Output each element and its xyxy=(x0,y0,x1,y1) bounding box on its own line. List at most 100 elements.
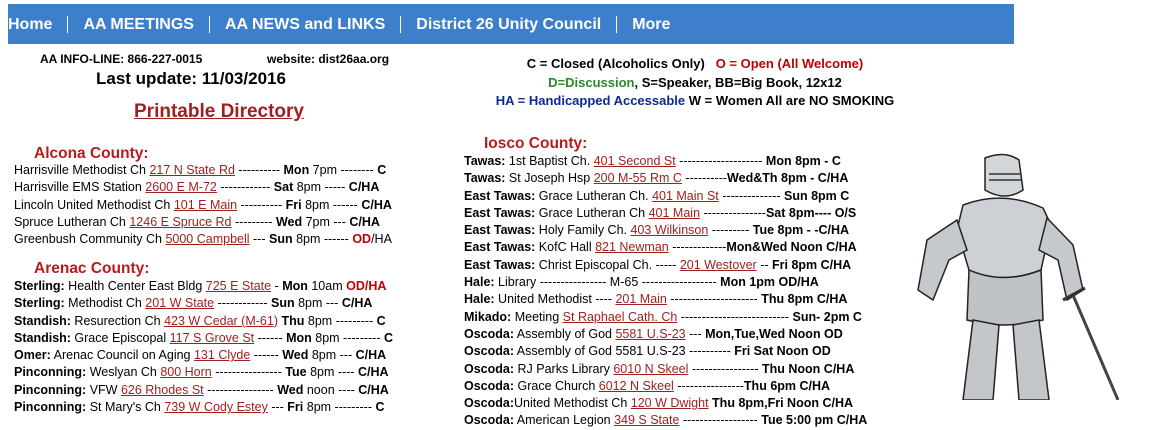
meeting-day: Mon xyxy=(286,330,312,345)
meeting-separator: ---------- xyxy=(237,197,286,212)
meeting-type-code: C xyxy=(376,313,386,328)
meeting-row: Greenbush Community Ch 5000 Campbell ---… xyxy=(14,231,392,248)
meeting-day: Fri xyxy=(772,257,788,272)
meeting-time: 8pm ----- xyxy=(293,180,349,195)
meeting-town: Sterling: xyxy=(14,296,65,311)
top-nav: Home AA MEETINGS AA NEWS and LINKS Distr… xyxy=(8,4,1014,44)
meeting-separator: ------------- xyxy=(668,240,727,255)
meeting-address-link[interactable]: 117 S Grove St xyxy=(170,331,255,345)
meeting-location: Meeting xyxy=(511,309,563,324)
meeting-address-link[interactable]: 201 W State xyxy=(145,296,214,310)
arenac-county-heading: Arenac County: xyxy=(34,260,150,277)
meeting-time: 8pm --------- xyxy=(303,400,376,415)
meeting-type-code: C/HA xyxy=(361,197,392,212)
meeting-row: Pinconning: St Mary's Ch 739 W Cody Este… xyxy=(14,399,393,416)
meeting-town: East Tawas: xyxy=(464,205,536,220)
meeting-row: Oscoda: RJ Parks Library 6010 N Skeel --… xyxy=(464,361,867,378)
nav-more[interactable]: More xyxy=(616,15,685,33)
meeting-town: East Tawas: xyxy=(464,223,536,238)
meeting-type-code: C/HA xyxy=(358,382,389,397)
legend-speaker: , S=Speaker, BB=Big Book, 12x12 xyxy=(634,74,842,90)
meeting-address-link[interactable]: 401 Second St xyxy=(594,154,676,168)
meeting-time-type: Noon OD xyxy=(773,344,831,359)
meeting-town: Oscoda: xyxy=(464,361,515,376)
meeting-separator: ------ xyxy=(250,348,283,363)
meeting-separator: ------------ xyxy=(216,180,274,195)
meeting-separator: ------ xyxy=(254,330,287,345)
meeting-address-link[interactable]: 423 W Cedar (M-61) xyxy=(164,314,278,328)
meeting-row: East Tawas: KofC Hall 821 Newman -------… xyxy=(464,239,867,256)
meeting-address-link[interactable]: 725 E State xyxy=(206,279,271,293)
meeting-address-link[interactable]: 739 W Cody Estey xyxy=(164,400,268,414)
meeting-separator: --------------------- xyxy=(666,292,762,307)
meeting-location: Christ Episcopal Ch. ----- xyxy=(535,257,680,272)
alcona-county-heading: Alcona County: xyxy=(34,145,149,162)
meeting-address-link[interactable]: 6012 N Skeel xyxy=(599,379,674,393)
meeting-town: Oscoda: xyxy=(464,326,515,341)
meeting-town: Hale: xyxy=(464,275,495,290)
meeting-day: Thu xyxy=(712,396,735,411)
meeting-day: Tue xyxy=(761,413,783,428)
info-line: AA INFO-LINE: 866-227-0015 xyxy=(40,52,203,66)
meeting-address-link[interactable]: 349 S State xyxy=(614,413,679,427)
nav-aa-news-links[interactable]: AA NEWS and LINKS xyxy=(208,15,400,33)
meeting-row: Harrisville EMS Station 2600 E M-72 ----… xyxy=(14,179,392,196)
meeting-type-code: C/HA xyxy=(358,365,389,380)
meeting-day: Mon xyxy=(282,279,308,293)
meeting-address-link[interactable]: 217 N State Rd xyxy=(149,163,234,177)
meeting-row: Sterling: Health Center East Bldg 725 E … xyxy=(14,278,393,295)
meeting-address-link[interactable]: 6010 N Skeel xyxy=(613,362,688,376)
armored-knight-image xyxy=(917,153,1120,400)
meeting-address-link[interactable]: St Raphael Cath. Ch xyxy=(563,310,678,324)
meeting-time: noon ---- xyxy=(303,382,359,397)
meeting-address-link[interactable]: 800 Horn xyxy=(160,365,211,379)
meeting-time-type: 6pm C/HA xyxy=(766,378,831,393)
printable-directory-link[interactable]: Printable Directory xyxy=(134,101,304,123)
meeting-day: Wed&Th xyxy=(727,171,778,186)
meeting-address-link[interactable]: 403 Wilkinson xyxy=(630,223,708,237)
meeting-address-link[interactable]: 2600 E M-72 xyxy=(145,180,217,194)
meeting-separator: ---------------- xyxy=(688,361,762,376)
nav-district-26-unity-council[interactable]: District 26 Unity Council xyxy=(400,15,616,33)
meeting-address-link[interactable]: 201 Westover xyxy=(680,258,757,272)
meeting-address-link[interactable]: 131 Clyde xyxy=(194,348,250,362)
meeting-location: Health Center East Bldg xyxy=(64,279,206,293)
nav-aa-meetings[interactable]: AA MEETINGS xyxy=(67,15,209,33)
meeting-day: Sun xyxy=(271,296,295,311)
meeting-address-link[interactable]: 5581 U.S-23 xyxy=(615,327,685,341)
meeting-row: Omer: Arenac Council on Aging 131 Clyde … xyxy=(14,347,393,364)
meeting-location: VFW xyxy=(86,382,121,397)
meeting-row: Oscoda:United Methodist Ch 120 W Dwight … xyxy=(464,395,867,412)
meeting-town: Tawas: xyxy=(464,171,506,186)
meeting-address-link[interactable]: 120 W Dwight xyxy=(631,396,709,410)
meeting-location: Greenbush Community Ch xyxy=(14,232,166,247)
meeting-town: Pinconning: xyxy=(14,400,87,415)
meeting-location: Assembly of God xyxy=(514,326,616,341)
meeting-location: Harrisville Methodist Ch xyxy=(14,163,150,177)
meeting-address-link[interactable]: 626 Rhodes St xyxy=(121,383,204,397)
meeting-address-link[interactable]: 401 Main St xyxy=(652,189,719,203)
nav-home[interactable]: Home xyxy=(8,16,67,33)
meeting-location: Holy Family Ch. xyxy=(535,223,631,238)
meeting-day: Mon&Wed Noon C/HA xyxy=(726,240,857,255)
meeting-row: East Tawas: Christ Episcopal Ch. ----- 2… xyxy=(464,257,867,274)
meeting-address-link[interactable]: 5000 Campbell xyxy=(165,232,249,246)
meeting-separator: - xyxy=(271,279,283,293)
meeting-day: Sat xyxy=(273,180,294,195)
meeting-type-code: C xyxy=(383,330,394,345)
meeting-day: Fri xyxy=(287,400,304,415)
meeting-address-link[interactable]: 201 Main xyxy=(615,292,666,306)
meeting-address-link[interactable]: 200 M-55 Rm C xyxy=(594,171,682,185)
meeting-address-link[interactable]: 1246 E Spruce Rd xyxy=(129,215,231,229)
legend-discussion: D=Discussion xyxy=(548,74,635,90)
meeting-row: Pinconning: VFW 626 Rhodes St ----------… xyxy=(14,382,393,399)
meeting-town: Oscoda: xyxy=(464,378,515,393)
meeting-address-link[interactable]: 101 E Main xyxy=(174,198,237,212)
meeting-address-link[interactable]: 821 Newman xyxy=(595,240,669,254)
meeting-location: 1st Baptist Ch. xyxy=(505,154,594,168)
meeting-address-link[interactable]: 401 Main xyxy=(649,206,700,220)
meeting-type-code: C xyxy=(377,163,387,177)
meeting-row: Spruce Lutheran Ch 1246 E Spruce Rd ----… xyxy=(14,214,392,231)
meeting-location: Grace Church xyxy=(514,378,599,393)
meeting-town: East Tawas: xyxy=(464,257,536,272)
